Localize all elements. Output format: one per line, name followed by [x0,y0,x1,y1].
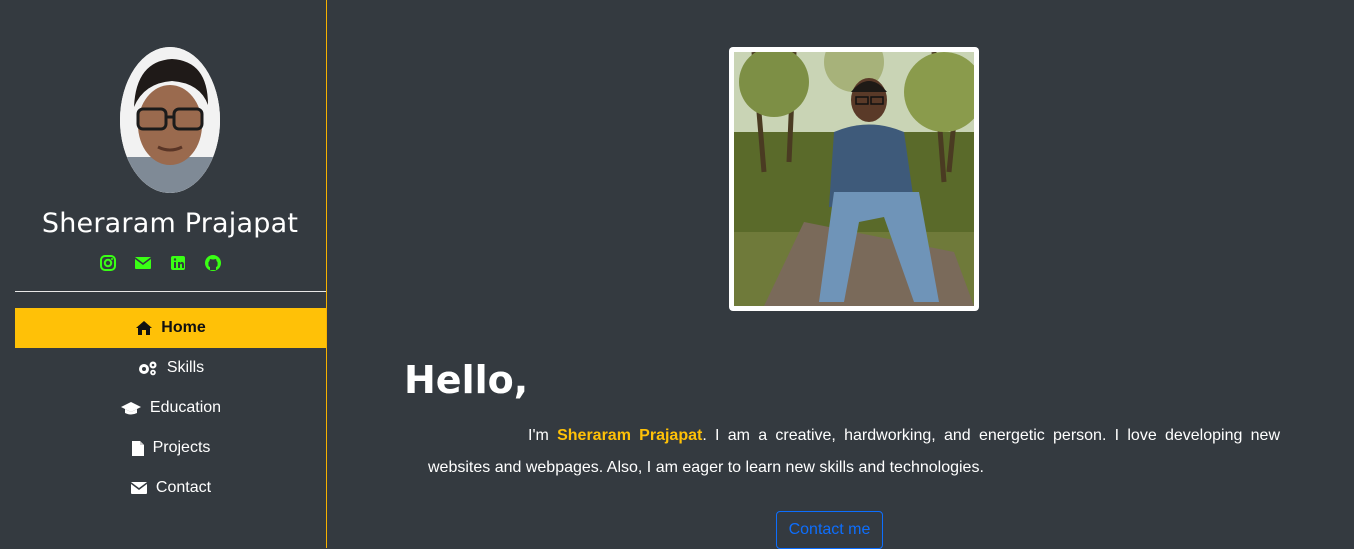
linkedin-icon[interactable] [169,254,187,272]
sidebar-item-projects[interactable]: Projects [15,428,326,468]
intro-prefix: I'm [528,427,558,444]
sidebar-item-skills[interactable]: Skills [15,348,326,388]
home-icon [135,320,153,336]
gears-icon [137,360,159,376]
sidebar-item-label: Education [149,399,222,416]
file-icon [131,440,145,457]
sidebar-item-label: Skills [166,359,205,376]
instagram-icon[interactable] [99,254,117,272]
contact-me-button[interactable]: Contact me [776,511,883,549]
sidebar-item-label: Projects [152,439,211,456]
mail-icon[interactable] [134,254,152,272]
profile-photo [734,52,974,306]
intro-name: Sheraram Prajapat [557,427,703,444]
envelope-icon [130,481,148,495]
graduation-cap-icon [120,400,142,416]
intro-paragraph: I'm Sheraram Prajapat. I am a creative, … [428,420,1280,484]
sidebar-item-education[interactable]: Education [15,388,326,428]
sidebar: Sheraram Prajapat Home Skills Education … [0,0,327,548]
profile-photo-frame [729,47,979,311]
sidebar-nav: Home Skills Education Projects Contact [15,308,326,508]
social-links [99,254,222,272]
sidebar-item-label: Contact [155,479,212,496]
sidebar-item-label: Home [161,319,206,336]
github-icon[interactable] [204,254,222,272]
hello-heading: Hello, [404,358,529,402]
sidebar-item-contact[interactable]: Contact [15,468,326,508]
sidebar-item-home[interactable]: Home [15,308,326,348]
profile-name: Sheraram Prajapat [41,208,299,239]
avatar [120,47,220,193]
sidebar-divider [15,291,326,292]
